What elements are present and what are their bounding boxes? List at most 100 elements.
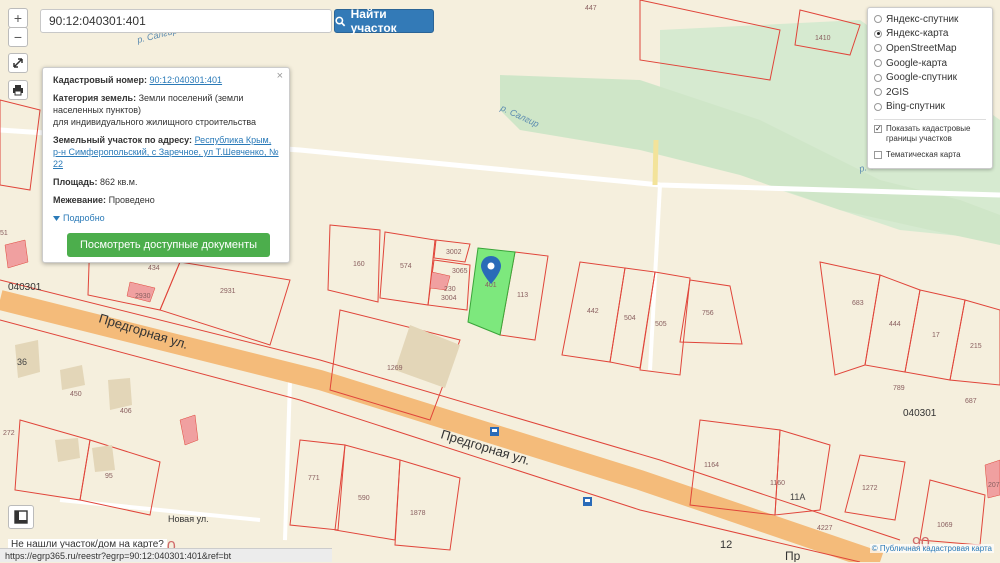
radio-icon <box>874 73 882 82</box>
survey-value: Проведено <box>108 195 155 205</box>
radio-selected-icon <box>874 29 882 38</box>
parcel-label: 504 <box>624 315 636 322</box>
category-label: Категория земель: <box>53 93 137 103</box>
minor-road <box>648 184 662 371</box>
checkbox-icon <box>874 151 882 160</box>
parcel-label: 36 <box>17 357 27 367</box>
layer-option[interactable]: Google-карта <box>874 56 986 71</box>
parcel-label: 215 <box>970 343 982 350</box>
parcel-label: 113 <box>517 292 528 299</box>
search-input[interactable] <box>40 9 332 33</box>
address-label: Земельный участок по адресу: <box>53 135 193 145</box>
layer-option[interactable]: Яндекс-карта <box>874 27 986 42</box>
status-bar-url: https://egrp365.ru/reestr?egrp=90:12:040… <box>0 548 332 562</box>
parcel-label: 406 <box>120 408 132 415</box>
parcel-label: 683 <box>852 300 864 307</box>
fullscreen-button[interactable] <box>8 53 28 73</box>
parcel-label: 1160 <box>770 480 785 487</box>
thematic-label: Тематическая карта <box>886 150 961 160</box>
category-row: Категория земель: Земли поселений (земли… <box>53 92 279 128</box>
building <box>108 378 132 410</box>
find-parcel-button[interactable]: Найти участок <box>334 7 434 35</box>
print-button[interactable] <box>8 80 28 100</box>
find-parcel-label: Найти участок <box>350 7 397 35</box>
parcel-info-popup: × Кадастровый номер: 90:12:040301:401 Ка… <box>42 67 290 263</box>
layer-label: Google-карта <box>886 57 948 69</box>
parcel-label: 1164 <box>704 462 719 469</box>
attribution-text: © Публичная кадастровая карта <box>871 544 992 553</box>
attribution[interactable]: © Публичная кадастровая карта <box>869 544 994 553</box>
search-icon <box>335 16 346 26</box>
building <box>395 325 460 388</box>
layer-label: Яндекс-спутник <box>886 13 959 25</box>
parcel-label: 434 <box>148 265 160 272</box>
parcel-label: 450 <box>70 391 82 398</box>
parcel-label: 771 <box>308 475 320 482</box>
layer-label: Google-спутник <box>886 72 958 84</box>
thematic-map-checkbox[interactable]: Тематическая карта <box>874 150 986 160</box>
parcel-label: 51 <box>0 230 8 237</box>
parcel-outline <box>14 419 91 501</box>
parcel-label: 4227 <box>817 525 833 532</box>
parcel-label: 160 <box>353 261 365 268</box>
expand-icon <box>13 58 23 68</box>
show-boundaries-checkbox[interactable]: ✓ Показать кадастровые границы участков <box>874 124 986 144</box>
area-label: Площадь: <box>53 177 98 187</box>
parcel-label: 230 <box>444 286 456 293</box>
view-documents-button[interactable]: Посмотреть доступные документы <box>67 233 270 257</box>
layer-option[interactable]: Bing-спутник <box>874 100 986 115</box>
parcel-label: 2074 <box>988 482 1000 489</box>
layer-option[interactable]: Google-спутник <box>874 70 986 85</box>
caret-down-icon <box>53 215 60 221</box>
cadastral-label: Кадастровый номер: <box>53 75 147 85</box>
parcel-label: 1878 <box>410 510 426 517</box>
parcel-label: 17 <box>932 332 940 339</box>
radio-icon <box>874 15 882 24</box>
parcel-label: 442 <box>587 308 599 315</box>
parcel-label: 272 <box>3 430 15 437</box>
radio-icon <box>874 44 882 53</box>
area-row: Площадь: 862 кв.м. <box>53 176 279 188</box>
radio-icon <box>874 88 882 97</box>
parcel-label: 3004 <box>441 295 457 302</box>
layer-option[interactable]: OpenStreetMap <box>874 41 986 56</box>
layer-option[interactable]: Яндекс-спутник <box>874 12 986 27</box>
radio-icon <box>874 102 882 111</box>
zoom-in-button[interactable]: + <box>8 8 28 28</box>
parcel-label: 447 <box>585 5 597 12</box>
parcel-label: 590 <box>358 495 370 502</box>
parcel-label: 2930 <box>135 293 151 300</box>
boundary-line <box>0 279 901 541</box>
legend-button[interactable] <box>8 505 34 529</box>
survey-row: Межевание: Проведено <box>53 194 279 206</box>
parcel-label: 1272 <box>862 485 878 492</box>
parcel-label: 687 <box>965 398 977 405</box>
cadastral-link[interactable]: 90:12:040301:401 <box>149 75 222 85</box>
bus-stop-icon <box>583 497 592 506</box>
building <box>4 239 29 269</box>
address-row: Земельный участок по адресу: Республика … <box>53 134 279 170</box>
category-purpose: для индивидуального жилищного строительс… <box>53 117 257 127</box>
building <box>92 445 115 472</box>
parcel-label: 1069 <box>937 522 953 529</box>
stream <box>652 139 659 186</box>
parcel-outline <box>819 261 881 376</box>
divider <box>874 119 986 121</box>
building <box>60 365 85 390</box>
survey-label: Межевание: <box>53 195 107 205</box>
parcel-label: 574 <box>400 263 412 270</box>
zoom-out-button[interactable]: − <box>8 27 28 47</box>
building <box>55 438 80 462</box>
area-value: 862 кв.м. <box>100 177 138 187</box>
parcel-outline <box>774 429 831 516</box>
more-link[interactable]: Подробно <box>53 212 279 224</box>
show-boundaries-label: Показать кадастровые границы участков <box>886 124 971 144</box>
checkmark-icon: ✓ <box>874 124 882 134</box>
parcel-label: 444 <box>889 321 901 328</box>
layer-option[interactable]: 2GIS <box>874 85 986 100</box>
layer-label: Bing-спутник <box>886 101 945 113</box>
close-icon[interactable]: × <box>277 70 283 82</box>
parcel-label: 1269 <box>387 365 403 372</box>
parcel-label: 789 <box>893 385 905 392</box>
quarter-label: 040301 <box>903 408 937 419</box>
